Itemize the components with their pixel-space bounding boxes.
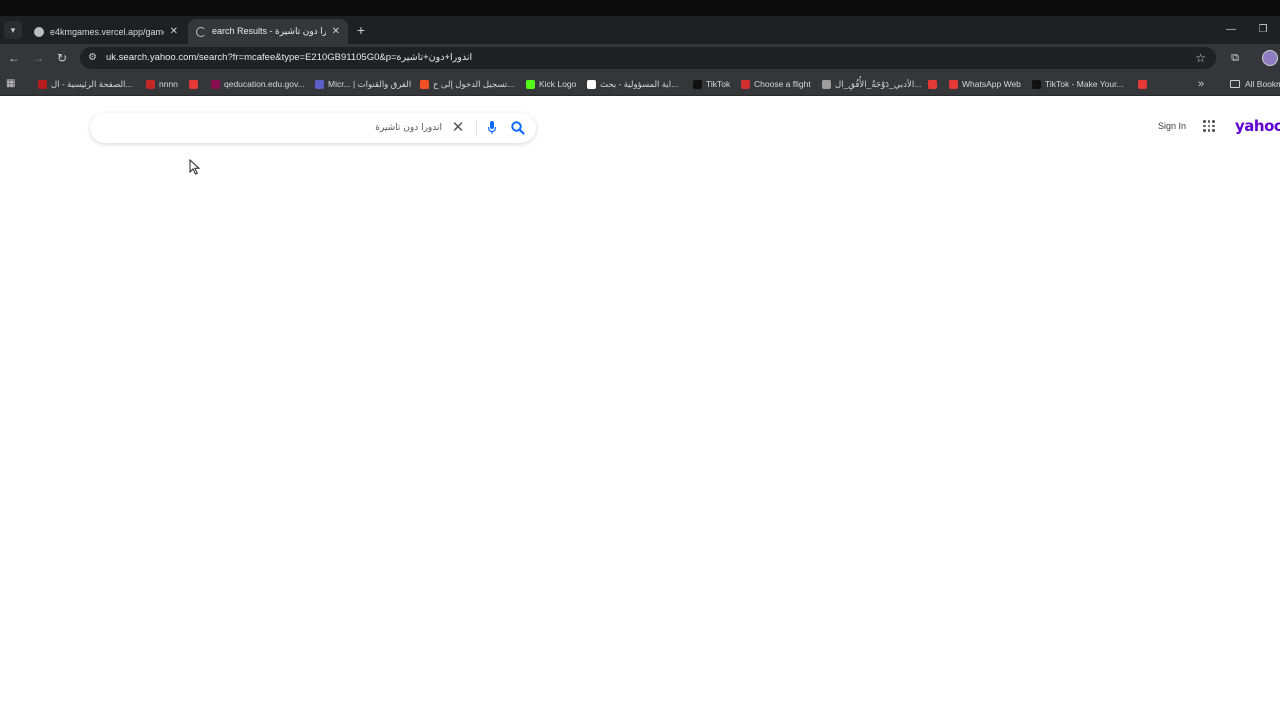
all-bookmarks-button[interactable]: All Bookmarks bbox=[1230, 76, 1280, 92]
sign-in-link[interactable]: Sign In bbox=[1158, 121, 1186, 131]
microphone-icon[interactable] bbox=[486, 120, 498, 136]
bookmark-item[interactable]: nnnn bbox=[146, 76, 178, 92]
bookmark-item[interactable]: Micr... | الفرق والقنوات bbox=[315, 76, 411, 92]
bookmark-label: TikTok - Make Your... bbox=[1045, 79, 1124, 89]
microsoft-icon bbox=[420, 79, 429, 89]
search-input[interactable] bbox=[102, 113, 442, 143]
mouse-cursor-icon bbox=[189, 159, 201, 175]
bookmark-favicon-icon bbox=[146, 79, 155, 89]
bookmark-label: الأدبي_دَوْحَةُ_الأُفُقِ_ال... bbox=[835, 78, 922, 89]
search-box: ✕ bbox=[90, 113, 536, 143]
google-icon bbox=[587, 79, 596, 89]
tab-close-icon[interactable]: ✕ bbox=[332, 26, 340, 37]
kick-icon bbox=[526, 79, 535, 89]
tab-strip: ▾ e4kmgames.vercel.app/games/ ✕ earch Re… bbox=[0, 16, 1280, 44]
youtube-icon bbox=[189, 79, 198, 89]
tab-search-dropdown-icon[interactable]: ▾ bbox=[4, 21, 22, 39]
forward-button[interactable]: → bbox=[29, 49, 47, 67]
browser-toolbar: ← → ↻ ⚙ uk.search.yahoo.com/search?fr=mc… bbox=[0, 44, 1280, 72]
profile-avatar[interactable] bbox=[1262, 50, 1278, 66]
tab-search-results[interactable]: earch Results - اندورا دون تاشيرة ✕ bbox=[188, 19, 348, 44]
clear-icon[interactable]: ✕ bbox=[450, 120, 466, 136]
youtube-icon bbox=[928, 79, 937, 89]
maximize-button[interactable]: ❐ bbox=[1248, 16, 1278, 44]
bookmarks-bar: ▦ الصفحة الرئيسية - ال... nnnn qeducatio… bbox=[0, 72, 1280, 96]
folder-icon bbox=[1230, 80, 1240, 88]
window-top-edge bbox=[0, 0, 1280, 16]
whatsapp-icon bbox=[949, 79, 958, 89]
bookmark-favicon-icon bbox=[211, 79, 220, 89]
tiktok-icon bbox=[693, 79, 702, 89]
bookmark-label: Micr... | الفرق والقنوات bbox=[328, 78, 412, 89]
bookmark-star-icon[interactable]: ☆ bbox=[1195, 50, 1206, 66]
bookmark-label: تسجيل الدخول إلى ح... bbox=[433, 78, 515, 89]
bookmark-item[interactable]: qeducation.edu.gov... bbox=[211, 76, 305, 92]
bookmark-item[interactable] bbox=[189, 76, 202, 92]
tab-e4kmgames[interactable]: e4kmgames.vercel.app/games/ ✕ bbox=[26, 19, 186, 44]
bookmark-item[interactable] bbox=[1138, 76, 1151, 92]
bookmark-item[interactable]: اية المسؤولية - بحث... bbox=[587, 76, 678, 92]
reload-button[interactable]: ↻ bbox=[53, 49, 71, 67]
extensions-icon[interactable]: ⧉ bbox=[1226, 49, 1244, 67]
tab-close-icon[interactable]: ✕ bbox=[170, 26, 178, 37]
search-divider bbox=[476, 120, 477, 136]
bookmark-label: nnnn bbox=[159, 79, 178, 89]
apps-grid-icon[interactable] bbox=[1203, 120, 1215, 132]
bookmark-item[interactable]: الأدبي_دَوْحَةُ_الأُفُقِ_ال... bbox=[822, 76, 921, 92]
bookmark-item[interactable]: TikTok - Make Your... bbox=[1032, 76, 1124, 92]
minimize-button[interactable]: — bbox=[1216, 16, 1246, 44]
flight-icon bbox=[741, 79, 750, 89]
bookmarks-overflow-icon[interactable]: » bbox=[1198, 76, 1204, 92]
url-text[interactable]: uk.search.yahoo.com/search?fr=mcafee&typ… bbox=[106, 47, 472, 69]
bookmark-item[interactable]: الصفحة الرئيسية - ال... bbox=[38, 76, 133, 92]
apps-grid-icon[interactable]: ▦ bbox=[6, 78, 18, 90]
site-info-icon[interactable]: ⚙ bbox=[88, 52, 100, 64]
tab-title: e4kmgames.vercel.app/games/ bbox=[50, 26, 164, 37]
back-button[interactable]: ← bbox=[5, 49, 23, 67]
bookmark-label: qeducation.edu.gov... bbox=[224, 79, 305, 89]
bookmark-label: اية المسؤولية - بحث... bbox=[600, 78, 679, 89]
bookmark-item[interactable]: Choose a flight bbox=[741, 76, 811, 92]
bookmark-item[interactable]: TikTok bbox=[693, 76, 730, 92]
bookmark-label: TikTok bbox=[706, 79, 731, 89]
bookmark-item[interactable]: WhatsApp Web bbox=[949, 76, 1021, 92]
globe-icon bbox=[822, 79, 831, 89]
bookmark-item[interactable]: تسجيل الدخول إلى ح... bbox=[420, 76, 514, 92]
teams-icon bbox=[315, 79, 324, 89]
all-bookmarks-label: All Bookmarks bbox=[1245, 79, 1280, 89]
search-icon[interactable] bbox=[510, 120, 526, 136]
bookmark-favicon-icon bbox=[38, 79, 47, 89]
tiktok-icon bbox=[1032, 79, 1041, 89]
youtube-icon bbox=[1138, 79, 1147, 89]
bookmark-item[interactable]: Kick Logo bbox=[526, 76, 576, 92]
new-tab-button[interactable]: + bbox=[354, 21, 368, 39]
bookmark-label: Kick Logo bbox=[539, 79, 577, 89]
yahoo-logo[interactable]: yahoo! bbox=[1235, 117, 1280, 135]
bookmark-label: الصفحة الرئيسية - ال... bbox=[51, 78, 133, 89]
globe-icon bbox=[34, 26, 44, 37]
loading-spinner-icon bbox=[196, 26, 206, 37]
bookmark-item[interactable] bbox=[928, 76, 941, 92]
bookmark-label: WhatsApp Web bbox=[962, 79, 1021, 89]
page-content: ✕ Sign In yahoo! bbox=[0, 97, 1280, 720]
address-bar[interactable]: ⚙ uk.search.yahoo.com/search?fr=mcafee&t… bbox=[80, 47, 1216, 69]
tab-title: earch Results - اندورا دون تاشيرة bbox=[212, 26, 326, 36]
bookmark-label: Choose a flight bbox=[754, 79, 811, 89]
